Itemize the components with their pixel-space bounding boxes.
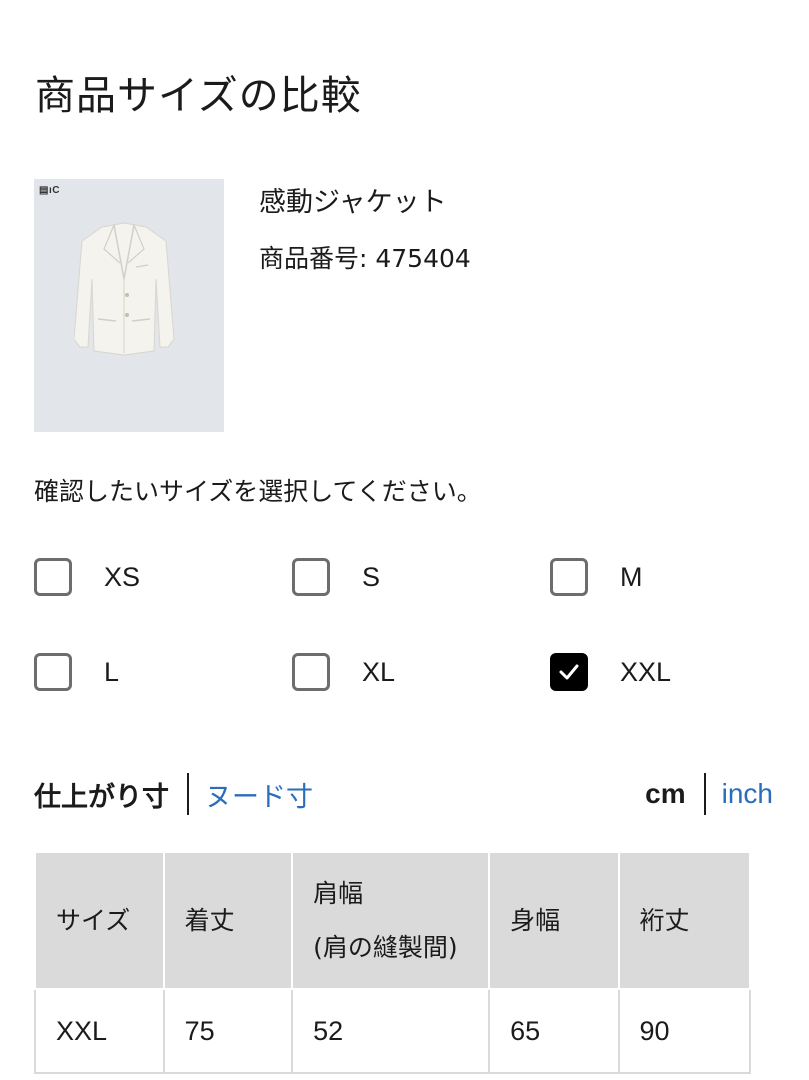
size-option-s[interactable]: S (292, 555, 380, 599)
cell-sleeve: 90 (617, 988, 752, 1074)
unit-cm[interactable]: cm (645, 778, 685, 810)
size-label: M (620, 561, 643, 592)
size-option-m[interactable]: M (550, 555, 643, 599)
table-header-row: サイズ 着丈 肩幅 (肩の縫製間) 身幅 裄丈 (34, 851, 752, 990)
brand-logo: ▤ıC (39, 185, 60, 196)
divider (703, 773, 706, 815)
size-label: XS (104, 561, 141, 592)
size-label: XL (362, 656, 396, 687)
header-shoulder: 肩幅 (肩の縫製間) (291, 851, 491, 990)
checkbox-checked[interactable] (550, 653, 588, 691)
header-length: 着丈 (162, 851, 294, 990)
checkbox[interactable] (292, 558, 330, 596)
cell-length: 75 (162, 988, 294, 1074)
checkmark-icon (559, 664, 579, 680)
header-shoulder-label: 肩幅 (313, 878, 364, 908)
jacket-image (74, 222, 175, 356)
size-label: XXL (620, 656, 672, 687)
header-chest: 身幅 (488, 851, 620, 990)
size-option-xl[interactable]: XL (292, 650, 395, 694)
checkbox[interactable] (292, 653, 330, 691)
size-label: L (104, 656, 120, 687)
size-option-xs[interactable]: XS (34, 555, 140, 599)
checkbox[interactable] (550, 558, 588, 596)
checkbox[interactable] (34, 653, 72, 691)
page-title: 商品サイズの比較 (35, 73, 362, 119)
checkbox[interactable] (34, 558, 72, 596)
cell-chest: 65 (488, 988, 620, 1074)
header-size: サイズ (34, 851, 165, 990)
size-select-prompt: 確認したいサイズを選択してください。 (34, 477, 482, 506)
unit-inch[interactable]: inch (722, 778, 773, 810)
size-label: S (362, 561, 381, 592)
table-row: XXL 75 52 65 90 (34, 988, 752, 1074)
unit-toggle: cm inch (645, 770, 773, 818)
tab-finished-size[interactable]: 仕上がり寸 (34, 775, 169, 814)
tab-body-size[interactable]: ヌード寸 (205, 775, 313, 814)
divider (187, 773, 189, 815)
cell-size: XXL (34, 988, 165, 1074)
header-sleeve: 裄丈 (617, 851, 752, 990)
product-image: ▤ıC (34, 179, 224, 432)
size-compare-page: 商品サイズの比較 ▤ıC 感動ジャケット 商品番号: 475404 確認したいサ… (0, 0, 809, 1080)
size-option-l[interactable]: L (34, 650, 119, 694)
header-shoulder-note: (肩の縫製間) (313, 932, 458, 962)
size-option-xxl[interactable]: XXL (550, 650, 671, 694)
measurement-type-toggle: 仕上がり寸 ヌード寸 (34, 770, 313, 818)
product-number: 商品番号: 475404 (259, 244, 471, 273)
cell-shoulder: 52 (291, 988, 491, 1074)
product-name: 感動ジャケット (259, 187, 447, 218)
size-table: サイズ 着丈 肩幅 (肩の縫製間) 身幅 裄丈 XXL 75 52 65 90 (34, 851, 752, 1074)
